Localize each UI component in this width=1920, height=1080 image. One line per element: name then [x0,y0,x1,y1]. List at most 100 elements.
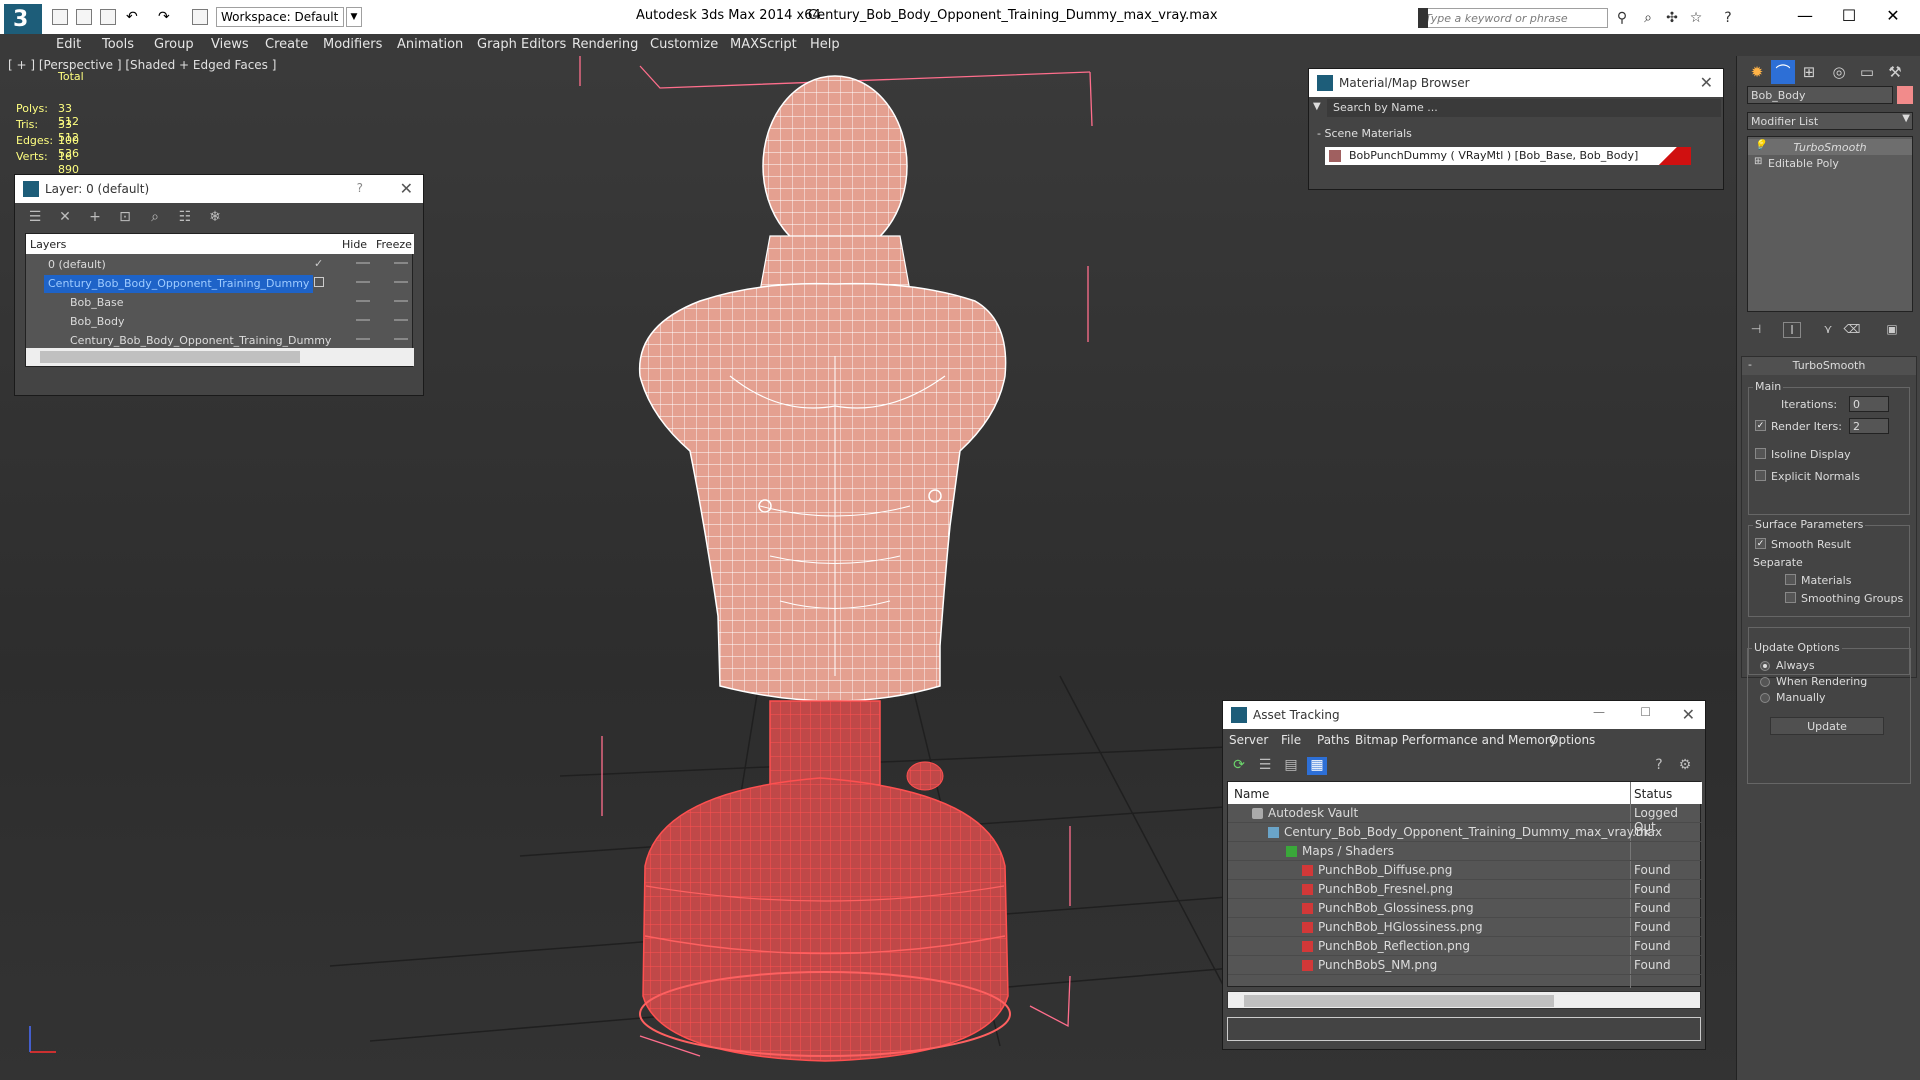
layer-row[interactable]: Bob_Body [26,313,414,332]
close-icon[interactable]: ✕ [1878,6,1908,26]
close-icon[interactable]: ✕ [1682,705,1695,724]
open-file-icon[interactable] [76,9,92,25]
workspace-dropdown[interactable]: Workspace: Default [216,7,344,27]
display-tab-icon[interactable]: ▭ [1855,60,1879,84]
modifier-list-dropdown[interactable]: Modifier List ▼ [1747,112,1913,130]
render-iters-spinner[interactable]: 2 [1849,418,1889,434]
search-icon[interactable]: ⌕ [1640,10,1656,26]
lightbulb-icon[interactable]: 💡 [1754,140,1766,151]
viewport-label[interactable]: [ + ] [Perspective ] [Shaded + Edged Fac… [8,58,276,72]
asset-path-field[interactable] [1227,1017,1701,1041]
motion-tab-icon[interactable]: ◎ [1827,60,1851,84]
table-row[interactable]: PunchBob_HGlossiness.png Found [1228,918,1702,937]
utilities-tab-icon[interactable]: ⚒ [1883,60,1907,84]
select-objects-icon[interactable]: ⊡ [115,209,135,227]
menu-views[interactable]: Views [211,37,249,52]
menu-customize[interactable]: Customize [650,37,718,52]
freeze-toggle[interactable] [394,300,408,302]
menu-animation[interactable]: Animation [397,37,463,52]
table-row[interactable]: Maps / Shaders [1228,842,1702,861]
menu-maxscript[interactable]: MAXScript [730,37,797,52]
favorites-star-icon[interactable]: ☆ [1688,10,1704,26]
menu-tools[interactable]: Tools [102,37,134,52]
separate-smoothing-groups-checkbox[interactable] [1785,592,1796,603]
configure-modifier-sets-icon[interactable]: ▣ [1883,322,1901,338]
freeze-toggle[interactable] [394,262,408,264]
remove-modifier-icon[interactable]: ⌫ [1843,322,1861,338]
menu-bitmap-performance[interactable]: Bitmap Performance and Memory [1355,733,1557,747]
app-logo-icon[interactable]: 3 [4,4,42,34]
layer-row[interactable]: Bob_Base [26,294,414,313]
search-input[interactable]: Type a keyword or phrase [1418,8,1608,28]
render-iters-checkbox[interactable]: ✓ [1755,420,1766,431]
material-item[interactable]: BobPunchDummy ( VRayMtl ) [Bob_Base, Bob… [1325,147,1691,165]
delete-layer-icon[interactable]: ✕ [55,209,75,227]
binoculars-icon[interactable]: ⚲ [1614,10,1630,26]
show-end-result-icon[interactable]: I [1783,322,1801,338]
menu-group[interactable]: Group [154,37,194,52]
explicit-normals-checkbox[interactable] [1755,470,1766,481]
add-to-layer-icon[interactable]: + [85,209,105,227]
minimize-icon[interactable]: — [1790,6,1820,26]
turbosmooth-rollout-title[interactable]: - TurboSmooth [1742,357,1916,375]
scrollbar-thumb[interactable] [1244,995,1554,1007]
minimize-icon[interactable]: — [1593,705,1605,719]
table-row[interactable]: PunchBob_Fresnel.png Found [1228,880,1702,899]
options-arrow-icon[interactable]: ▼ [1313,101,1321,112]
close-icon[interactable]: ✕ [400,179,413,198]
horizontal-scrollbar[interactable] [1227,991,1701,1009]
object-color-swatch[interactable] [1897,86,1913,104]
table-row[interactable]: Autodesk Vault Logged Out [1228,804,1702,834]
column-status[interactable]: Status [1634,787,1672,801]
column-hide[interactable]: Hide [342,238,367,251]
layer-row[interactable]: 0 (default) ✓ [26,256,414,275]
update-button[interactable]: Update [1770,717,1884,735]
column-name[interactable]: Name [1234,787,1269,801]
scrollbar-thumb[interactable] [40,351,300,363]
maximize-icon[interactable]: ☐ [1834,6,1864,26]
material-browser-titlebar[interactable]: Material/Map Browser ✕ [1309,69,1723,97]
highlight-layer-icon[interactable]: ⌕ [145,209,165,227]
iterations-spinner[interactable]: 0 [1849,396,1889,412]
new-file-icon[interactable] [52,9,68,25]
modify-tab-icon[interactable]: ⌒ [1771,60,1795,84]
column-freeze[interactable]: Freeze [376,238,412,251]
settings-icon[interactable]: ⚙ [1675,757,1695,775]
hide-toggle[interactable] [356,300,370,302]
hide-toggle[interactable] [356,338,370,340]
save-file-icon[interactable] [100,9,116,25]
hide-toggle[interactable] [356,262,370,264]
set-current-layer-icon[interactable] [314,277,324,287]
project-folder-icon[interactable] [192,9,208,25]
update-manually-radio[interactable] [1760,693,1770,703]
menu-options[interactable]: Options [1549,733,1595,747]
freeze-toggle[interactable] [394,319,408,321]
hide-toggle[interactable] [356,281,370,283]
layer-panel-titlebar[interactable]: Layer: 0 (default) ? ✕ [15,175,423,203]
search-arrow-icon[interactable] [1418,8,1428,28]
menu-modifiers[interactable]: Modifiers [323,37,382,52]
help-icon[interactable]: ? [1720,10,1736,26]
redo-icon[interactable]: ↷ [158,9,174,25]
pin-stack-icon[interactable]: ⊣ [1747,322,1765,338]
column-layers[interactable]: Layers [30,238,66,251]
grid-view-icon[interactable]: ▦ [1307,757,1327,775]
isoline-display-checkbox[interactable] [1755,448,1766,459]
hide-toggle[interactable] [356,319,370,321]
menu-graph-editors[interactable]: Graph Editors [477,37,566,52]
table-view-icon[interactable]: ▤ [1281,757,1301,775]
communication-icon[interactable]: ✣ [1664,10,1680,26]
table-row[interactable]: Century_Bob_Body_Opponent_Training_Dummy… [1228,823,1702,842]
undo-icon[interactable]: ↶ [126,9,142,25]
menu-file[interactable]: File [1281,733,1301,747]
chevron-down-icon[interactable]: ▼ [1902,113,1910,124]
menu-edit[interactable]: Edit [56,37,81,52]
update-always-radio[interactable] [1760,661,1770,671]
menu-paths[interactable]: Paths [1317,733,1350,747]
table-row[interactable]: PunchBob_Reflection.png Found [1228,937,1702,956]
table-row[interactable]: PunchBob_Glossiness.png Found [1228,899,1702,918]
help-icon[interactable]: ? [1649,757,1669,775]
help-button[interactable]: ? [357,181,363,195]
smooth-result-checkbox[interactable]: ✓ [1755,538,1766,549]
material-search-input[interactable]: Search by Name ... [1327,99,1721,117]
